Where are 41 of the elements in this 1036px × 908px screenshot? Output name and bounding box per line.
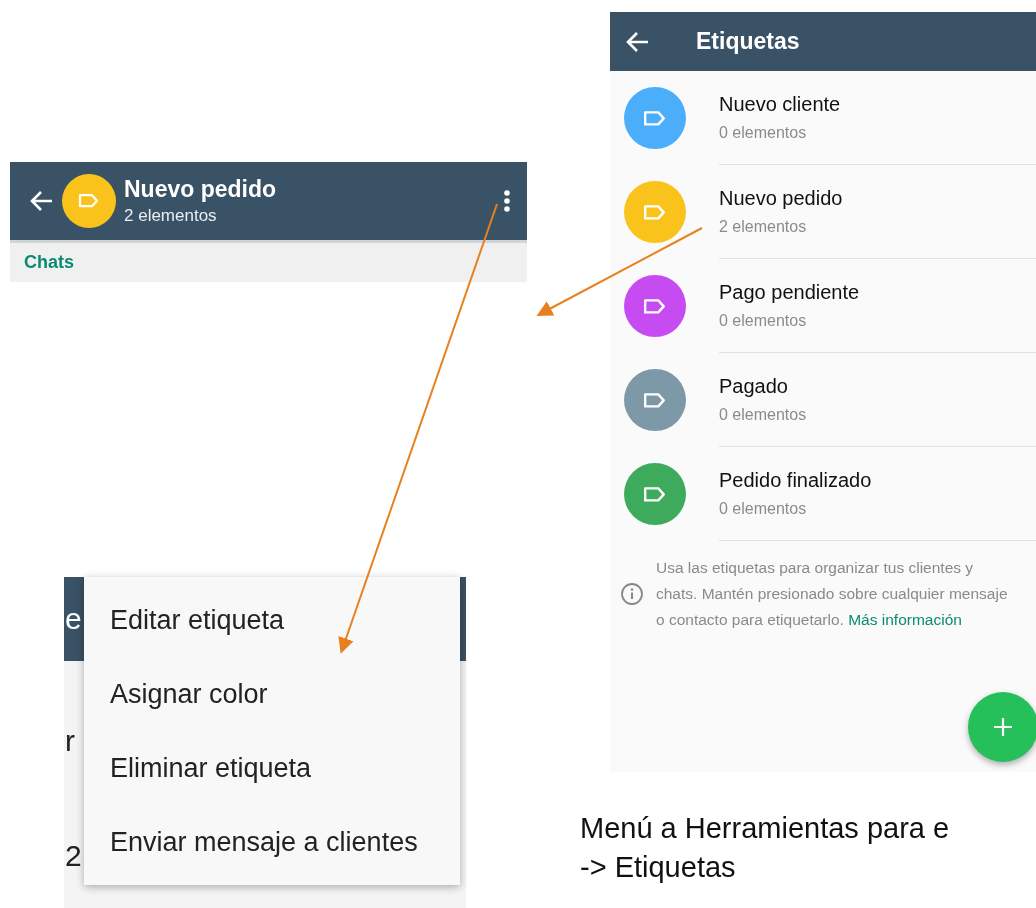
caption-text: Menú a Herramientas para e <box>580 812 950 845</box>
caption-text: -> Etiquetas <box>580 851 737 884</box>
label-row[interactable]: Pago pendiente 0 elementos <box>610 259 1036 353</box>
label-name: Pedido finalizado <box>719 469 873 492</box>
header-title: Nuevo pedido <box>124 176 278 203</box>
tag-icon <box>78 193 100 209</box>
menu-item[interactable]: Asignar color <box>84 678 460 710</box>
label-row[interactable]: Pagado 0 elementos <box>610 353 1036 447</box>
label-name: Nuevo cliente <box>719 93 842 116</box>
label-row[interactable]: Nuevo pedido 2 elementos <box>610 165 1036 259</box>
back-arrow-icon[interactable] <box>626 30 650 53</box>
menu-item[interactable]: Eliminar etiqueta <box>84 752 460 784</box>
menu-item[interactable]: Enviar mensaje a clientes <box>84 826 460 858</box>
info-icon <box>620 582 644 606</box>
chat-text-fragment: 2 <box>65 839 82 873</box>
label-count: 0 elementos <box>719 406 808 424</box>
header-subtitle: 2 elementos <box>124 206 218 226</box>
header-title: Etiquetas <box>696 28 800 55</box>
menu-item[interactable]: Editar etiqueta <box>84 604 460 636</box>
header-text-fragment: e <box>65 602 82 636</box>
label-row[interactable]: Nuevo cliente 0 elementos <box>610 71 1036 165</box>
plus-icon <box>993 717 1013 737</box>
back-arrow-icon[interactable] <box>30 190 54 212</box>
label-count: 0 elementos <box>719 124 808 142</box>
tag-icon <box>643 485 667 503</box>
label-count: 0 elementos <box>719 500 808 518</box>
label-name: Nuevo pedido <box>719 187 844 210</box>
chat-text-fragment: r <box>65 724 75 758</box>
label-count: 0 elementos <box>719 312 808 330</box>
more-info-link[interactable]: Más información <box>848 611 962 628</box>
label-name: Pagado <box>719 375 789 398</box>
chats-tab[interactable]: Chats <box>24 252 74 273</box>
tag-icon <box>643 297 667 315</box>
label-name: Pago pendiente <box>719 281 861 304</box>
tag-icon <box>643 203 667 221</box>
more-options-icon[interactable] <box>503 189 511 213</box>
tag-icon <box>643 109 667 127</box>
label-row[interactable]: Pedido finalizado 0 elementos <box>610 447 1036 541</box>
info-text: Usa las etiquetas para organizar tus clientes y chats. Mantén presionado sobre cualquier mensaje o contacto para etiquetarlo. Más información <box>656 558 1009 630</box>
label-count: 2 elementos <box>719 218 808 236</box>
tag-icon <box>643 391 667 409</box>
